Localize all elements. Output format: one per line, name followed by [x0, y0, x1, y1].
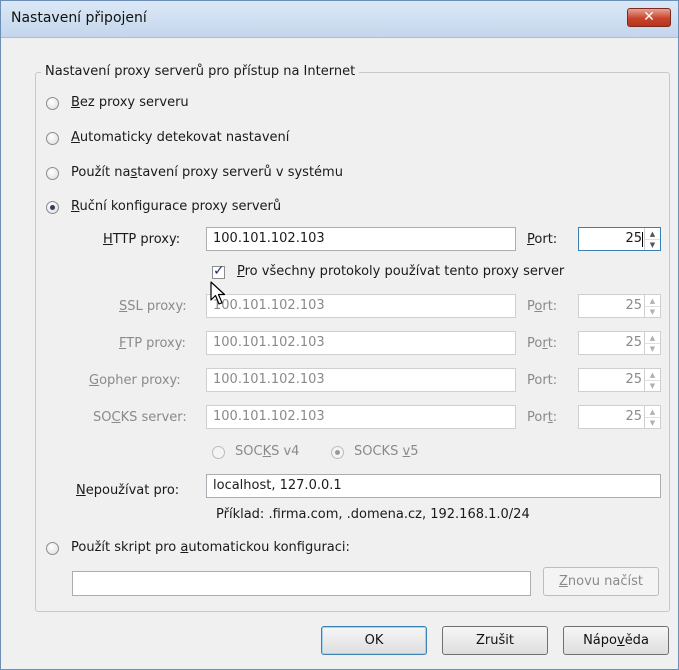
- gopher-port-spinner[interactable]: 25 ▲ ▼: [578, 368, 661, 392]
- http-port-value: 25: [625, 231, 642, 246]
- ftp-proxy-label: FTP proxy:: [119, 336, 186, 351]
- ssl-proxy-input[interactable]: 100.101.102.103: [206, 294, 516, 318]
- reload-button[interactable]: Znovu načíst: [543, 567, 659, 596]
- no-proxy-for-input[interactable]: localhost, 127.0.0.1: [206, 474, 661, 498]
- pac-url-input[interactable]: [72, 571, 531, 596]
- help-button[interactable]: Nápověda: [563, 626, 669, 655]
- socks-port-label: Port:: [527, 410, 558, 425]
- spin-down-icon[interactable]: ▼: [645, 239, 660, 250]
- socks-port-spinner[interactable]: 25 ▲ ▼: [578, 405, 661, 429]
- ssl-port-value: 25: [625, 298, 642, 313]
- gopher-port-label: Port:: [527, 373, 558, 388]
- ftp-proxy-input[interactable]: 100.101.102.103: [206, 331, 516, 355]
- radio-socks-v4[interactable]: [212, 446, 225, 459]
- radio-pac-script[interactable]: [46, 542, 59, 555]
- ssl-port-spinner[interactable]: 25 ▲ ▼: [578, 294, 661, 318]
- radio-auto-detect-label[interactable]: Automaticky detekovat nastavení: [71, 130, 289, 145]
- text-caret: [642, 232, 643, 247]
- ftp-port-spinner[interactable]: 25 ▲ ▼: [578, 331, 661, 355]
- proxy-groupbox-label: Nastavení proxy serverů pro přístup na I…: [41, 64, 360, 79]
- spin-down-icon[interactable]: ▼: [645, 343, 660, 354]
- radio-manual-proxy[interactable]: [46, 201, 59, 214]
- gopher-proxy-input[interactable]: 100.101.102.103: [206, 368, 516, 392]
- same-proxy-checkbox[interactable]: ✓: [212, 263, 225, 279]
- radio-system-proxy-label[interactable]: Použít nastavení proxy serverů v systému: [71, 165, 343, 180]
- http-port-spinner[interactable]: 25 ▲ ▼: [578, 227, 661, 251]
- spin-down-icon[interactable]: ▼: [645, 380, 660, 391]
- ok-button[interactable]: OK: [321, 626, 427, 655]
- cancel-button[interactable]: Zrušit: [442, 626, 548, 655]
- checkmark-icon: ✓: [213, 263, 225, 279]
- spin-down-icon[interactable]: ▼: [645, 417, 660, 428]
- mouse-pointer-icon: [210, 281, 226, 305]
- http-port-label: Port:: [527, 232, 558, 247]
- spin-down-icon[interactable]: ▼: [645, 306, 660, 317]
- http-proxy-input[interactable]: 100.101.102.103: [206, 227, 516, 251]
- radio-system-proxy[interactable]: [46, 167, 59, 180]
- ftp-port-value: 25: [625, 335, 642, 350]
- socks-port-value: 25: [625, 409, 642, 424]
- connection-settings-dialog: Nastavení připojení ✕ Nastavení proxy se…: [0, 0, 679, 670]
- close-button[interactable]: ✕: [627, 8, 671, 27]
- title-bar: Nastavení připojení ✕: [1, 1, 678, 38]
- close-icon: ✕: [643, 9, 655, 25]
- socks-v5-label[interactable]: SOCKS v5: [354, 444, 418, 459]
- ssl-port-label: Port:: [527, 299, 558, 314]
- radio-socks-v5[interactable]: [331, 446, 344, 459]
- socks-v4-label[interactable]: SOCKS v4: [235, 444, 299, 459]
- ssl-proxy-label: SSL proxy:: [119, 299, 187, 314]
- radio-no-proxy[interactable]: [46, 97, 59, 110]
- gopher-port-value: 25: [625, 372, 642, 387]
- radio-pac-script-label[interactable]: Použít skript pro automatickou konfigura…: [71, 540, 350, 555]
- no-proxy-example: Příklad: .firma.com, .domena.cz, 192.168…: [216, 507, 530, 522]
- http-proxy-label: HTTP proxy:: [103, 232, 181, 247]
- radio-auto-detect[interactable]: [46, 132, 59, 145]
- window-title: Nastavení připojení: [11, 10, 147, 26]
- same-proxy-label[interactable]: Pro všechny protokoly používat tento pro…: [237, 264, 564, 279]
- radio-no-proxy-label[interactable]: Bez proxy serveru: [71, 95, 189, 110]
- socks-server-label: SOCKS server:: [93, 410, 187, 425]
- ftp-port-label: Port:: [527, 336, 558, 351]
- radio-manual-proxy-label[interactable]: Ruční konfigurace proxy serverů: [71, 199, 281, 214]
- socks-server-input[interactable]: 100.101.102.103: [206, 405, 516, 429]
- gopher-proxy-label: Gopher proxy:: [89, 373, 181, 388]
- no-proxy-for-label: Nepoužívat pro:: [76, 483, 180, 498]
